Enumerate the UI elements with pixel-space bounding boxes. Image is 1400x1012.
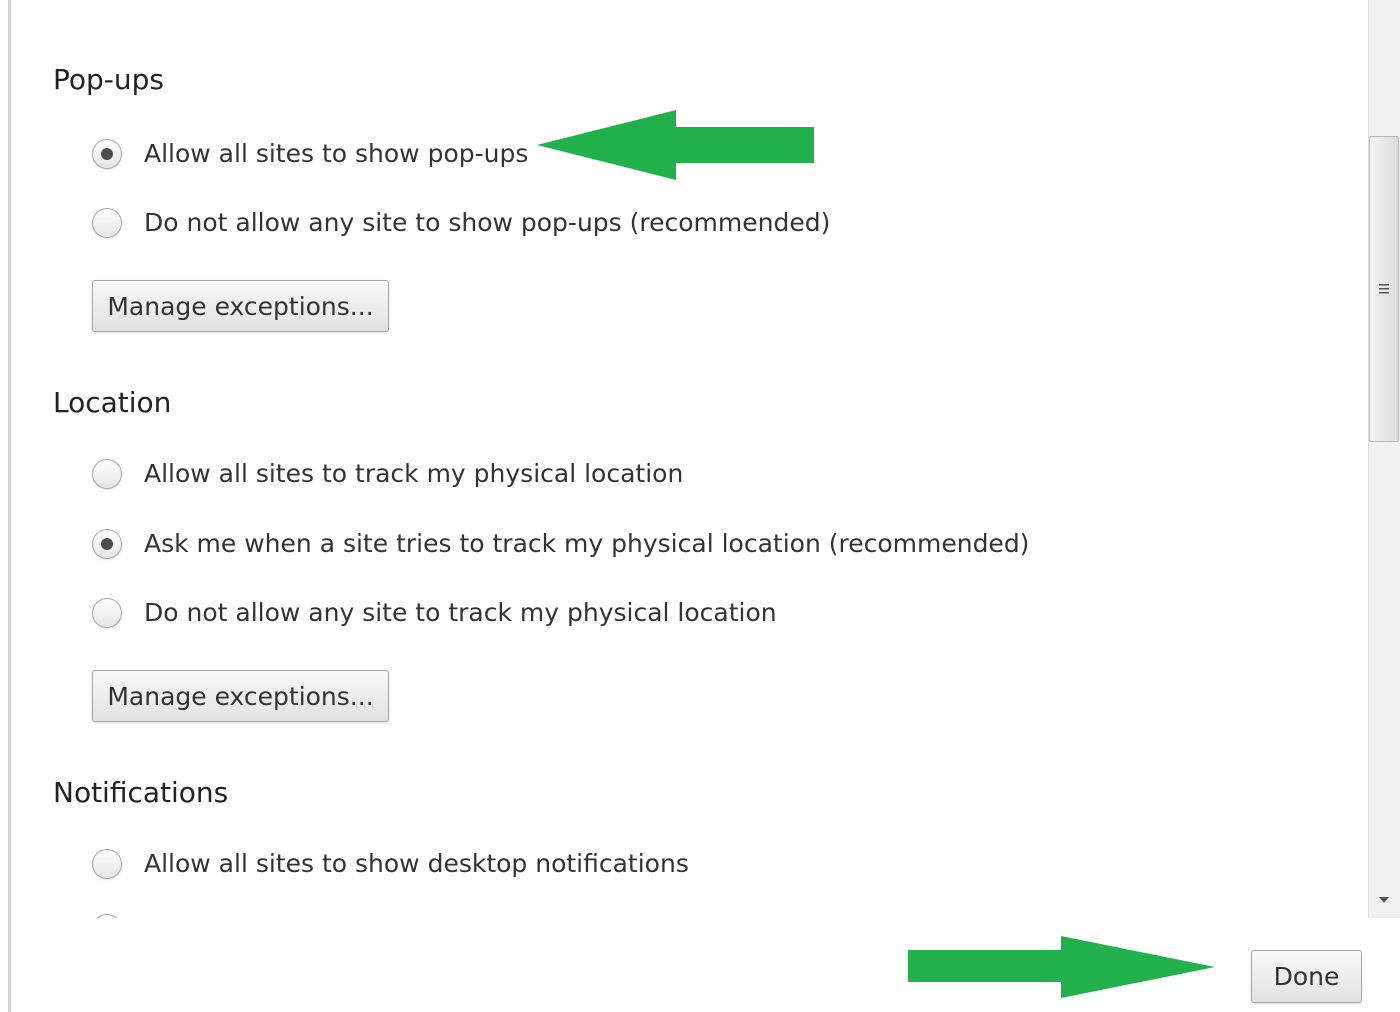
popups-manage-exceptions-button[interactable]: Manage exceptions... xyxy=(92,280,389,332)
popups-block-radio[interactable] xyxy=(92,208,122,238)
radio-dot-icon xyxy=(101,538,113,550)
notifications-section-title: Notifications xyxy=(53,776,229,809)
radio-dot-icon xyxy=(101,148,113,160)
notifications-allow-radio[interactable] xyxy=(92,849,122,879)
location-block-option[interactable]: Do not allow any site to track my physic… xyxy=(92,593,777,633)
notifications-allow-option[interactable]: Allow all sites to show desktop notifica… xyxy=(92,844,689,884)
location-ask-label[interactable]: Ask me when a site tries to track my phy… xyxy=(144,529,1029,559)
content-settings-dialog: Pop-ups Allow all sites to show pop-ups … xyxy=(0,0,1400,1012)
green-arrow-icon-popups xyxy=(537,110,814,180)
notifications-allow-label[interactable]: Allow all sites to show desktop notifica… xyxy=(144,849,689,879)
popups-section-title: Pop-ups xyxy=(53,63,165,96)
popups-allow-option[interactable]: Allow all sites to show pop-ups xyxy=(92,134,528,174)
popups-block-option[interactable]: Do not allow any site to show pop-ups (r… xyxy=(92,203,830,243)
notifications-next-radio-partial[interactable] xyxy=(92,914,122,918)
popups-block-label[interactable]: Do not allow any site to show pop-ups (r… xyxy=(144,208,830,238)
location-ask-radio[interactable] xyxy=(92,529,122,559)
scrollbar-grip-icon xyxy=(1379,284,1389,294)
location-allow-label[interactable]: Allow all sites to track my physical loc… xyxy=(144,459,683,489)
scroll-down-arrow-icon xyxy=(1379,897,1389,903)
location-block-label[interactable]: Do not allow any site to track my physic… xyxy=(144,598,777,628)
done-button[interactable]: Done xyxy=(1251,950,1362,1003)
popups-allow-radio[interactable] xyxy=(92,139,122,169)
popups-allow-label[interactable]: Allow all sites to show pop-ups xyxy=(144,139,528,169)
location-block-radio[interactable] xyxy=(92,598,122,628)
green-arrow-icon-done xyxy=(908,936,1215,998)
location-section-title: Location xyxy=(53,386,172,419)
location-manage-exceptions-button[interactable]: Manage exceptions... xyxy=(92,670,389,722)
location-ask-option[interactable]: Ask me when a site tries to track my phy… xyxy=(92,524,1029,564)
scroll-down-button[interactable] xyxy=(1369,886,1399,914)
location-allow-radio[interactable] xyxy=(92,459,122,489)
location-allow-option[interactable]: Allow all sites to track my physical loc… xyxy=(92,454,683,494)
